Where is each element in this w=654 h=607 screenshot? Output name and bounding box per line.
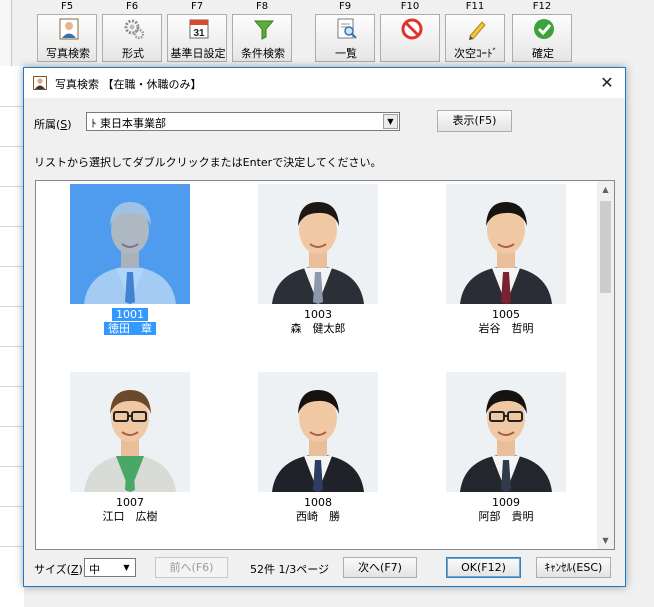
dialog-titlebar[interactable]: 写真検索 【在職・休職のみ】 ✕ [24, 68, 625, 98]
funnel-icon [253, 20, 275, 40]
affiliation-select[interactable]: ﾄ 東日本事業部 ▼ [86, 112, 400, 131]
scroll-up-icon[interactable]: ▲ [597, 181, 614, 198]
toolbar-label: 確定 [532, 47, 554, 60]
toolbar-edge [0, 0, 12, 66]
instruction-text: リストから選択してダブルクリックまたはEnterで決定してください。 [34, 156, 382, 169]
calendar-icon: 31 [189, 19, 209, 39]
dialog-title: 写真検索 【在職・休職のみ】 [55, 78, 202, 91]
ok-button[interactable]: OK(F12) [446, 557, 521, 578]
size-label: サイズ(Z) [34, 563, 83, 576]
photo-search-dialog: 写真検索 【在職・休職のみ】 ✕ 所属(S) ﾄ 東日本事業部 ▼ 表示(F5)… [23, 67, 626, 587]
close-icon[interactable]: ✕ [597, 73, 617, 93]
photo-search-button[interactable]: F5 写真検索 [37, 0, 97, 66]
employee-name: 阿部 貴明 [478, 510, 534, 523]
employee-name: 森 健太郎 [290, 322, 346, 335]
fkey-label: F8 [255, 1, 269, 12]
page-count: 52件 1/3ページ [250, 563, 329, 576]
pencil-icon [469, 21, 486, 40]
show-button[interactable]: 表示(F5) [437, 110, 512, 132]
fkey-label: F7 [190, 1, 204, 12]
employee-photo[interactable] [258, 372, 378, 492]
main-toolbar: F5 写真検索 F6 形式 F7 31 基準日設定 F8 条件検索 F9 一覧 … [0, 0, 654, 66]
fkey-label: F10 [400, 1, 420, 12]
list-magnifier-icon [337, 18, 357, 39]
format-button[interactable]: F6 形式 [102, 0, 162, 66]
employee-photo[interactable] [70, 372, 190, 492]
affiliation-value: ﾄ 東日本事業部 [91, 117, 166, 130]
next-free-code-button[interactable]: F11 次空ｺｰﾄﾞ [445, 0, 505, 66]
employee-photo[interactable] [258, 184, 378, 304]
svg-text:31: 31 [193, 28, 205, 39]
employee-photo[interactable] [446, 184, 566, 304]
photo-grid[interactable]: 1001 徳田 章 1003 森 健太郎 1005 岩谷 哲明 1007 江口 広樹 1008 西… [35, 180, 615, 550]
fkey-label: F5 [60, 1, 74, 12]
toolbar-label: 次空ｺｰﾄﾞ [454, 47, 498, 60]
person-photo-icon [33, 76, 47, 90]
employee-name: 江口 広樹 [102, 510, 158, 523]
toolbar-label: 形式 [122, 47, 144, 60]
fkey-label: F6 [125, 1, 139, 12]
fkey-label: F12 [532, 1, 552, 12]
toolbar-label: 一覧 [335, 47, 357, 60]
check-circle-icon [534, 19, 554, 39]
prev-page-button[interactable]: 前へ(F6) [155, 557, 228, 578]
scroll-down-icon[interactable]: ▼ [597, 532, 614, 549]
person-photo-icon [59, 18, 79, 40]
employee-name: 岩谷 哲明 [478, 322, 534, 335]
employee-photo[interactable] [446, 372, 566, 492]
confirm-toolbar-button[interactable]: F12 確定 [512, 0, 572, 66]
employee-name: 西崎 勝 [296, 510, 340, 523]
scroll-thumb[interactable] [600, 201, 611, 293]
toolbar-label: 基準日設定 [170, 47, 226, 60]
employee-name: 徳田 章 [70, 320, 190, 336]
background-list-edge [0, 66, 24, 607]
toolbar-label: 条件検索 [241, 47, 285, 60]
size-value: 中 [89, 563, 100, 576]
affiliation-label: 所属(S) [34, 118, 72, 131]
size-select[interactable]: 中 ▼ [84, 558, 136, 577]
condition-search-button[interactable]: F8 条件検索 [232, 0, 292, 66]
fkey-label: F9 [338, 1, 352, 12]
base-date-button[interactable]: F7 31 基準日設定 [167, 0, 227, 66]
employee-photo[interactable] [70, 184, 190, 304]
cancel-button[interactable]: ｷｬﾝｾﾙ(ESC) [536, 557, 611, 578]
fkey-label: F11 [465, 1, 485, 12]
gears-icon [124, 19, 145, 40]
no-entry-icon [401, 18, 423, 40]
next-page-button[interactable]: 次へ(F7) [343, 557, 417, 578]
chevron-down-icon[interactable]: ▼ [383, 114, 398, 129]
chevron-down-icon[interactable]: ▼ [119, 560, 134, 575]
vertical-scrollbar[interactable]: ▲ ▼ [597, 181, 614, 549]
cancel-toolbar-button[interactable]: F10 [380, 0, 440, 66]
toolbar-label: 写真検索 [46, 47, 90, 60]
list-button[interactable]: F9 一覧 [315, 0, 375, 66]
